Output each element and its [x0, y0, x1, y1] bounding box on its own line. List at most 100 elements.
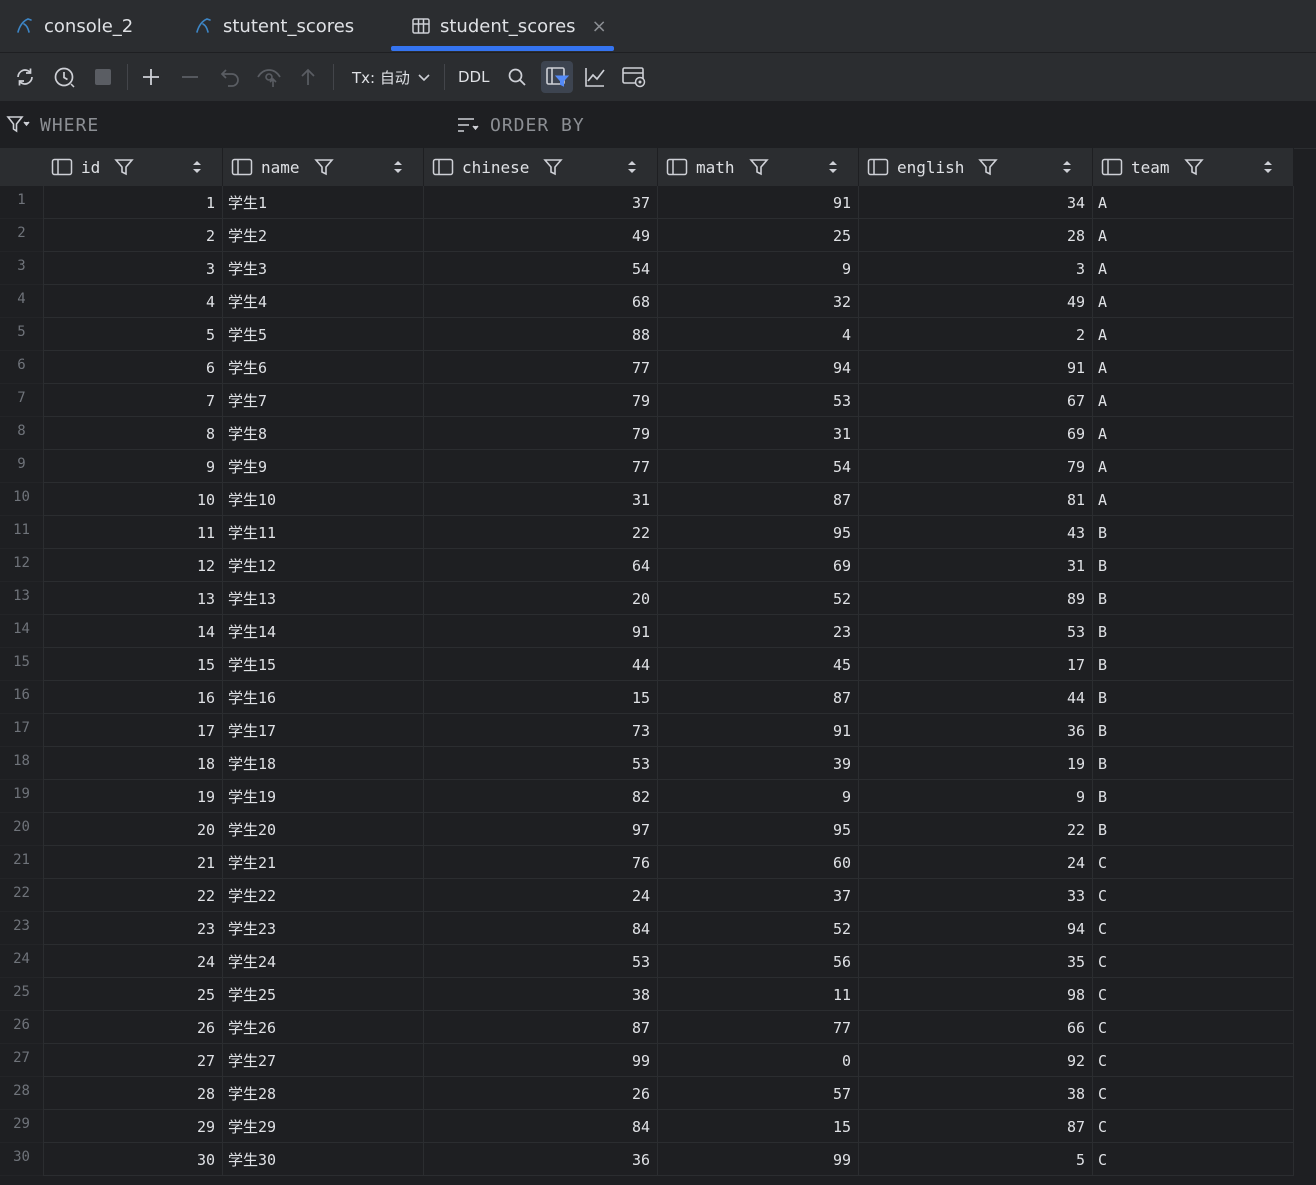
cell-name[interactable]: 学生21	[223, 846, 424, 879]
cell-id[interactable]: 6	[43, 351, 223, 384]
cell-chinese[interactable]: 53	[424, 945, 658, 978]
cell-team[interactable]: A	[1093, 219, 1294, 252]
cell-math[interactable]: 0	[658, 1044, 859, 1077]
cell-chinese[interactable]: 77	[424, 450, 658, 483]
table-row[interactable]: 12 12 学生12 64 69 31 B	[0, 549, 1294, 582]
history-button[interactable]	[49, 62, 79, 92]
cell-id[interactable]: 9	[43, 450, 223, 483]
cell-chinese[interactable]: 22	[424, 516, 658, 549]
cell-english[interactable]: 34	[859, 186, 1093, 219]
cell-id[interactable]: 15	[43, 648, 223, 681]
row-number[interactable]: 23	[0, 912, 44, 945]
cell-english[interactable]: 49	[859, 285, 1093, 318]
cell-math[interactable]: 91	[658, 186, 859, 219]
cell-math[interactable]: 99	[658, 1143, 859, 1176]
cell-id[interactable]: 19	[43, 780, 223, 813]
cell-id[interactable]: 12	[43, 549, 223, 582]
cell-id[interactable]: 23	[43, 912, 223, 945]
cell-english[interactable]: 81	[859, 483, 1093, 516]
cell-name[interactable]: 学生28	[223, 1077, 424, 1110]
cell-math[interactable]: 52	[658, 912, 859, 945]
cell-math[interactable]: 15	[658, 1110, 859, 1143]
column-header-chinese[interactable]: chinese	[424, 148, 658, 186]
row-number[interactable]: 11	[0, 516, 44, 549]
cell-math[interactable]: 77	[658, 1011, 859, 1044]
row-number[interactable]: 21	[0, 846, 44, 879]
cell-chinese[interactable]: 87	[424, 1011, 658, 1044]
table-row[interactable]: 29 29 学生29 84 15 87 C	[0, 1110, 1294, 1143]
cell-name[interactable]: 学生24	[223, 945, 424, 978]
table-row[interactable]: 2 2 学生2 49 25 28 A	[0, 219, 1294, 252]
cell-math[interactable]: 56	[658, 945, 859, 978]
cell-team[interactable]: C	[1093, 978, 1294, 1011]
cell-math[interactable]: 94	[658, 351, 859, 384]
cell-english[interactable]: 24	[859, 846, 1093, 879]
row-number[interactable]: 12	[0, 549, 44, 582]
cell-name[interactable]: 学生14	[223, 615, 424, 648]
cell-english[interactable]: 66	[859, 1011, 1093, 1044]
cell-english[interactable]: 69	[859, 417, 1093, 450]
cell-team[interactable]: A	[1093, 285, 1294, 318]
column-filter-icon[interactable]	[543, 157, 564, 177]
cell-english[interactable]: 91	[859, 351, 1093, 384]
cell-id[interactable]: 11	[43, 516, 223, 549]
cell-english[interactable]: 17	[859, 648, 1093, 681]
cell-chinese[interactable]: 73	[424, 714, 658, 747]
cell-english[interactable]: 38	[859, 1077, 1093, 1110]
cell-math[interactable]: 95	[658, 813, 859, 846]
row-number[interactable]: 18	[0, 747, 44, 780]
cell-id[interactable]: 22	[43, 879, 223, 912]
cell-english[interactable]: 94	[859, 912, 1093, 945]
table-row[interactable]: 10 10 学生10 31 87 81 A	[0, 483, 1294, 516]
cell-chinese[interactable]: 68	[424, 285, 658, 318]
cell-math[interactable]: 23	[658, 615, 859, 648]
cell-team[interactable]: B	[1093, 648, 1294, 681]
cell-id[interactable]: 26	[43, 1011, 223, 1044]
table-row[interactable]: 9 9 学生9 77 54 79 A	[0, 450, 1294, 483]
cell-math[interactable]: 37	[658, 879, 859, 912]
cell-chinese[interactable]: 26	[424, 1077, 658, 1110]
preview-pending-changes-button[interactable]	[254, 62, 284, 92]
where-filter-field[interactable]: WHERE	[6, 102, 99, 148]
cell-team[interactable]: C	[1093, 1044, 1294, 1077]
delete-row-button[interactable]	[175, 62, 205, 92]
cell-id[interactable]: 21	[43, 846, 223, 879]
table-row[interactable]: 14 14 学生14 91 23 53 B	[0, 615, 1294, 648]
cell-chinese[interactable]: 24	[424, 879, 658, 912]
cell-chinese[interactable]: 38	[424, 978, 658, 1011]
table-row[interactable]: 15 15 学生15 44 45 17 B	[0, 648, 1294, 681]
cell-chinese[interactable]: 82	[424, 780, 658, 813]
cell-math[interactable]: 25	[658, 219, 859, 252]
cell-name[interactable]: 学生30	[223, 1143, 424, 1176]
column-header-english[interactable]: english	[859, 148, 1093, 186]
revert-button[interactable]	[215, 62, 245, 92]
cell-chinese[interactable]: 79	[424, 417, 658, 450]
table-row[interactable]: 24 24 学生24 53 56 35 C	[0, 945, 1294, 978]
cell-english[interactable]: 87	[859, 1110, 1093, 1143]
cell-team[interactable]: B	[1093, 780, 1294, 813]
cell-id[interactable]: 25	[43, 978, 223, 1011]
view-settings-button[interactable]	[619, 62, 649, 92]
cell-team[interactable]: B	[1093, 582, 1294, 615]
cell-team[interactable]: B	[1093, 516, 1294, 549]
table-row[interactable]: 22 22 学生22 24 37 33 C	[0, 879, 1294, 912]
column-header-math[interactable]: math	[658, 148, 859, 186]
cell-english[interactable]: 19	[859, 747, 1093, 780]
cell-team[interactable]: C	[1093, 1077, 1294, 1110]
cell-english[interactable]: 43	[859, 516, 1093, 549]
cell-team[interactable]: B	[1093, 681, 1294, 714]
cell-name[interactable]: 学生20	[223, 813, 424, 846]
cell-team[interactable]: A	[1093, 450, 1294, 483]
cell-id[interactable]: 14	[43, 615, 223, 648]
table-row[interactable]: 26 26 学生26 87 77 66 C	[0, 1011, 1294, 1044]
cell-math[interactable]: 32	[658, 285, 859, 318]
row-number[interactable]: 14	[0, 615, 44, 648]
cell-name[interactable]: 学生29	[223, 1110, 424, 1143]
row-number[interactable]: 29	[0, 1110, 44, 1143]
cell-name[interactable]: 学生1	[223, 186, 424, 219]
cell-name[interactable]: 学生15	[223, 648, 424, 681]
cell-team[interactable]: C	[1093, 1011, 1294, 1044]
cell-name[interactable]: 学生18	[223, 747, 424, 780]
cell-id[interactable]: 2	[43, 219, 223, 252]
stop-button[interactable]	[88, 62, 118, 92]
